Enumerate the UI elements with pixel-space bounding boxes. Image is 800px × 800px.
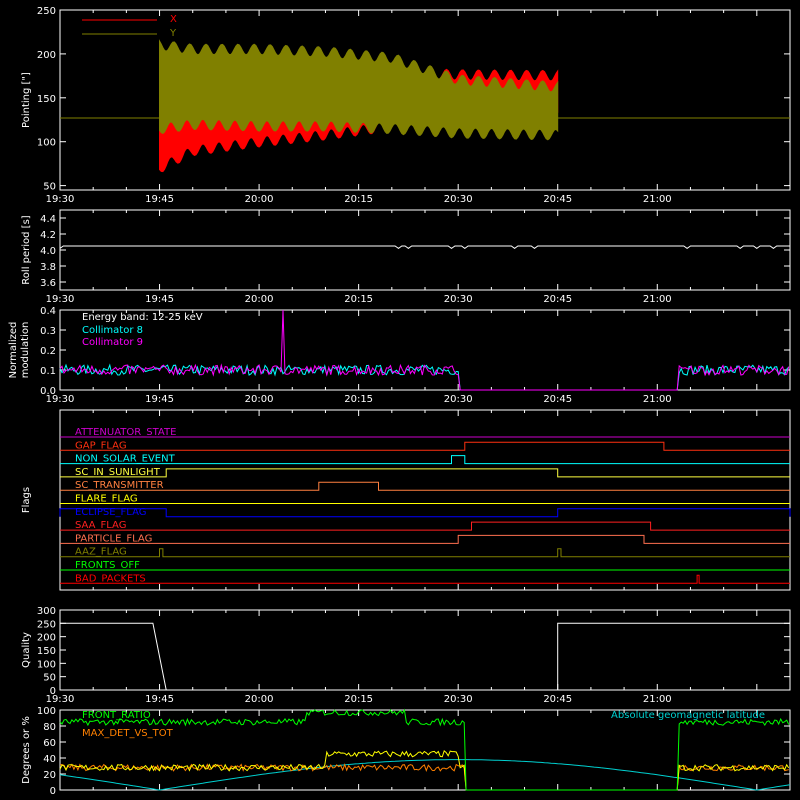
- x-tick-label: 20:30: [444, 194, 473, 205]
- roll-period-line: [59, 245, 790, 250]
- modulation-legend-1: Collimator 9: [82, 337, 143, 348]
- panel-frame-1: [59, 209, 791, 291]
- latitude-curve: [59, 759, 791, 791]
- legend-label-x: X: [170, 14, 177, 25]
- x-tick-label: 20:15: [344, 194, 373, 205]
- x-tick-label: 20:00: [245, 294, 274, 305]
- flag-line-aaz-flag: [60, 548, 790, 558]
- y-tick-label: 4.2: [40, 230, 56, 241]
- quality-segment-2: [557, 622, 790, 690]
- flag-line-sc-transmitter: [60, 481, 790, 491]
- x-tick-label: 20:15: [344, 394, 373, 405]
- y-tick-label: 0.4: [40, 306, 56, 317]
- y-axis-label: Normalized: [8, 322, 19, 379]
- flag-label-sc-transmitter: SC_TRANSMITTER: [75, 480, 164, 491]
- y-tick-label: 250: [37, 619, 56, 630]
- flag-label-eclipse-flag: ECLIPSE_FLAG: [75, 507, 146, 518]
- x-tick-label: 19:45: [145, 694, 174, 705]
- y-tick-label: 0: [50, 686, 56, 697]
- y-axis-label: Flags: [21, 487, 32, 513]
- energy-band-label: Energy band: 12-25 keV: [82, 312, 203, 323]
- y-tick-label: 150: [37, 646, 56, 657]
- flag-line-particle-flag: [60, 534, 790, 544]
- x-tick-label: 21:00: [643, 194, 672, 205]
- x-tick-label: 20:45: [543, 394, 572, 405]
- y-tick-label: 200: [37, 633, 56, 644]
- flag-label-attenuator-state: ATTENUATOR_STATE: [75, 427, 176, 438]
- y-tick-label: 50: [43, 182, 56, 193]
- y-tick-label: 200: [37, 50, 56, 61]
- x-tick-label: 20:30: [444, 694, 473, 705]
- y-tick-label: 3.6: [40, 278, 56, 289]
- y-axis-label: Degrees or %: [21, 716, 32, 784]
- flag-label-gap-flag: GAP_FLAG: [75, 440, 127, 451]
- x-tick-label: 21:00: [643, 394, 672, 405]
- y-axis-label: modulation: [20, 322, 31, 379]
- x-tick-label: 19:45: [145, 294, 174, 305]
- flag-line-eclipse-flag: [59, 508, 791, 518]
- y-tick-label: 150: [37, 94, 56, 105]
- y-tick-label: 300: [37, 606, 56, 617]
- x-tick-label: 19:45: [145, 394, 174, 405]
- y-tick-label: 20: [43, 770, 56, 781]
- flag-line-saa-flag: [60, 521, 790, 531]
- flag-line-sc-in-sunlight: [60, 468, 790, 478]
- x-tick-label: 20:00: [245, 694, 274, 705]
- latitude-label: Absolute geomagnetic latitude: [611, 710, 765, 721]
- y-tick-label: 60: [43, 738, 56, 749]
- hessi-summary-chart: 19:30 19:45 20:00 20:15 20:30 20:45 21:00 50 100…: [8, 6, 791, 797]
- x-tick-label: 19:45: [145, 194, 174, 205]
- max-det-label: MAX_DET_VS_TOT: [82, 728, 174, 739]
- x-tick-label: 19:30: [46, 294, 75, 305]
- y-axis-label: Quality: [21, 632, 32, 668]
- y-tick-label: 4.4: [40, 214, 56, 225]
- y-tick-label: 100: [37, 659, 56, 670]
- y-tick-label: 3.8: [40, 262, 56, 273]
- y-tick-label: 0.3: [40, 326, 56, 337]
- x-tick-label: 19:30: [46, 194, 75, 205]
- x-tick-label: 21:00: [643, 294, 672, 305]
- y-tick-label: 4.0: [40, 246, 56, 257]
- quality-segment-0: [60, 622, 167, 691]
- x-tick-label: 21:00: [643, 694, 672, 705]
- x-tick-label: 20:00: [245, 394, 274, 405]
- flag-label-flare-flag: FLARE_FLAG: [75, 494, 138, 505]
- y-tick-label: 80: [43, 722, 56, 733]
- flag-label-saa-flag: SAA_FLAG: [75, 520, 126, 531]
- front-ratio-label: FRONT_RATIO: [82, 710, 151, 721]
- y-tick-label: 0.2: [40, 346, 56, 357]
- flag-label-fronts-off: FRONTS_OFF: [75, 560, 140, 571]
- y-axis-label: Pointing ["]: [21, 72, 32, 128]
- panel-frame-4: [59, 609, 791, 691]
- flag-label-sc-in-sunlight: SC_IN_SUNLIGHT: [75, 467, 161, 478]
- x-tick-label: 20:15: [344, 694, 373, 705]
- y-tick-label: 100: [37, 706, 56, 717]
- x-tick-label: 20:45: [543, 694, 572, 705]
- x-tick-label: 20:00: [245, 194, 274, 205]
- x-tick-label: 20:30: [444, 294, 473, 305]
- x-tick-label: 20:15: [344, 294, 373, 305]
- flag-label-bad-packets: BAD_PACKETS: [75, 573, 146, 584]
- flag-label-aaz-flag: AAZ_FLAG: [75, 547, 127, 558]
- y-tick-label: 50: [43, 673, 56, 684]
- legend-label-y: Y: [169, 28, 177, 39]
- y-tick-label: 100: [37, 138, 56, 149]
- flag-label-particle-flag: PARTICLE_FLAG: [75, 533, 152, 544]
- misc-series-1: [59, 750, 790, 791]
- flag-label-non-solar-event: NON_SOLAR_EVENT: [75, 454, 176, 465]
- modulation-legend-0: Collimator 8: [82, 325, 143, 336]
- y-tick-label: 40: [43, 754, 56, 765]
- flag-line-bad-packets: [60, 574, 790, 584]
- flag-line-gap-flag: [60, 441, 790, 451]
- x-tick-label: 20:45: [543, 294, 572, 305]
- x-tick-label: 20:30: [444, 394, 473, 405]
- y-tick-label: 250: [37, 6, 56, 17]
- y-tick-label: 0: [50, 786, 56, 797]
- y-tick-label: 0.0: [40, 386, 56, 397]
- y-axis-label: Roll period [s]: [21, 215, 32, 284]
- y-tick-label: 0.1: [40, 366, 56, 377]
- x-tick-label: 20:45: [543, 194, 572, 205]
